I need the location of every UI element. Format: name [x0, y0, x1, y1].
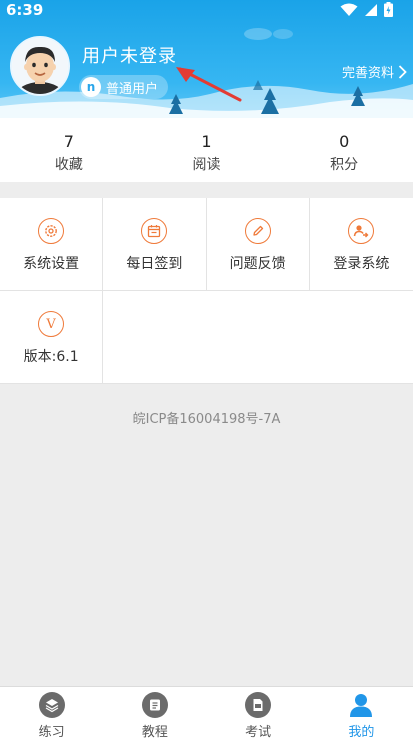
menu-item-label: 登录系统 — [333, 256, 390, 272]
nav-label: 练习 — [38, 725, 65, 740]
exam-icon — [245, 692, 272, 718]
icp-license: 皖ICP备16004198号-7A — [132, 412, 281, 427]
nav-exam[interactable]: 考试 — [207, 687, 310, 740]
bottom-nav: 练习 教程 考试 我的 — [0, 686, 413, 740]
battery-icon — [384, 2, 393, 17]
nav-label: 教程 — [141, 725, 168, 740]
stat-value: 0 — [339, 132, 350, 151]
user-icon — [350, 694, 373, 717]
stat-label: 阅读 — [192, 157, 221, 173]
stat-points[interactable]: 0 积分 — [275, 118, 413, 182]
menu-item-label: 每日签到 — [126, 256, 183, 272]
status-bar: 6:39 — [0, 0, 413, 22]
complete-profile-label: 完善资料 — [341, 66, 394, 81]
calendar-icon — [141, 218, 168, 244]
stat-value: 1 — [201, 132, 212, 151]
nav-mine[interactable]: 我的 — [310, 687, 413, 740]
version-icon-letter: V — [46, 316, 56, 332]
user-level-badge: n 普通用户 — [79, 75, 169, 99]
menu-item-version[interactable]: V 版本:6.1 — [0, 291, 104, 383]
nav-label: 考试 — [245, 725, 272, 740]
complete-profile-button[interactable]: 完善资料 — [342, 62, 407, 81]
signal-icon — [365, 3, 377, 16]
profile-header: 6:39 用户未登录 n 普通用户 完善资料 — [0, 0, 413, 118]
gear-icon — [38, 218, 65, 244]
wifi-icon — [340, 3, 358, 16]
stat-value: 7 — [63, 132, 74, 151]
menu-grid: 系统设置 每日签到 问题反馈 登录系统 V 版本:6.1 — [0, 198, 413, 384]
status-time: 6:39 — [6, 1, 44, 19]
book-icon — [141, 692, 168, 718]
nav-tutorial[interactable]: 教程 — [103, 687, 206, 740]
pencil-icon — [244, 218, 271, 244]
menu-item-login[interactable]: 登录系统 — [310, 198, 413, 290]
layers-icon — [38, 692, 65, 718]
chevron-right-icon — [398, 64, 407, 79]
menu-item-settings[interactable]: 系统设置 — [0, 198, 104, 290]
login-icon — [348, 218, 375, 244]
menu-item-label: 问题反馈 — [229, 256, 286, 272]
user-level-icon: n — [81, 77, 101, 97]
avatar-face-icon — [12, 38, 68, 94]
stat-label: 收藏 — [54, 157, 83, 173]
menu-item-feedback[interactable]: 问题反馈 — [207, 198, 310, 290]
menu-item-label: 系统设置 — [23, 256, 80, 272]
user-level-label: 普通用户 — [106, 81, 159, 97]
stat-favorites[interactable]: 7 收藏 — [0, 118, 138, 182]
status-icons — [340, 2, 393, 17]
version-icon: V — [38, 311, 65, 337]
login-status-title[interactable]: 用户未登录 — [82, 42, 177, 68]
user-stats: 7 收藏 1 阅读 0 积分 — [0, 118, 413, 182]
stat-label: 积分 — [330, 157, 359, 173]
menu-row: 系统设置 每日签到 问题反馈 登录系统 — [0, 198, 413, 291]
menu-empty-area — [103, 291, 413, 383]
nav-practice[interactable]: 练习 — [0, 687, 103, 740]
nav-label: 我的 — [348, 725, 375, 740]
menu-item-checkin[interactable]: 每日签到 — [103, 198, 207, 290]
menu-item-label: 版本:6.1 — [23, 349, 79, 365]
stat-reading[interactable]: 1 阅读 — [138, 118, 276, 182]
menu-row: V 版本:6.1 — [0, 291, 413, 384]
avatar[interactable] — [10, 36, 70, 96]
